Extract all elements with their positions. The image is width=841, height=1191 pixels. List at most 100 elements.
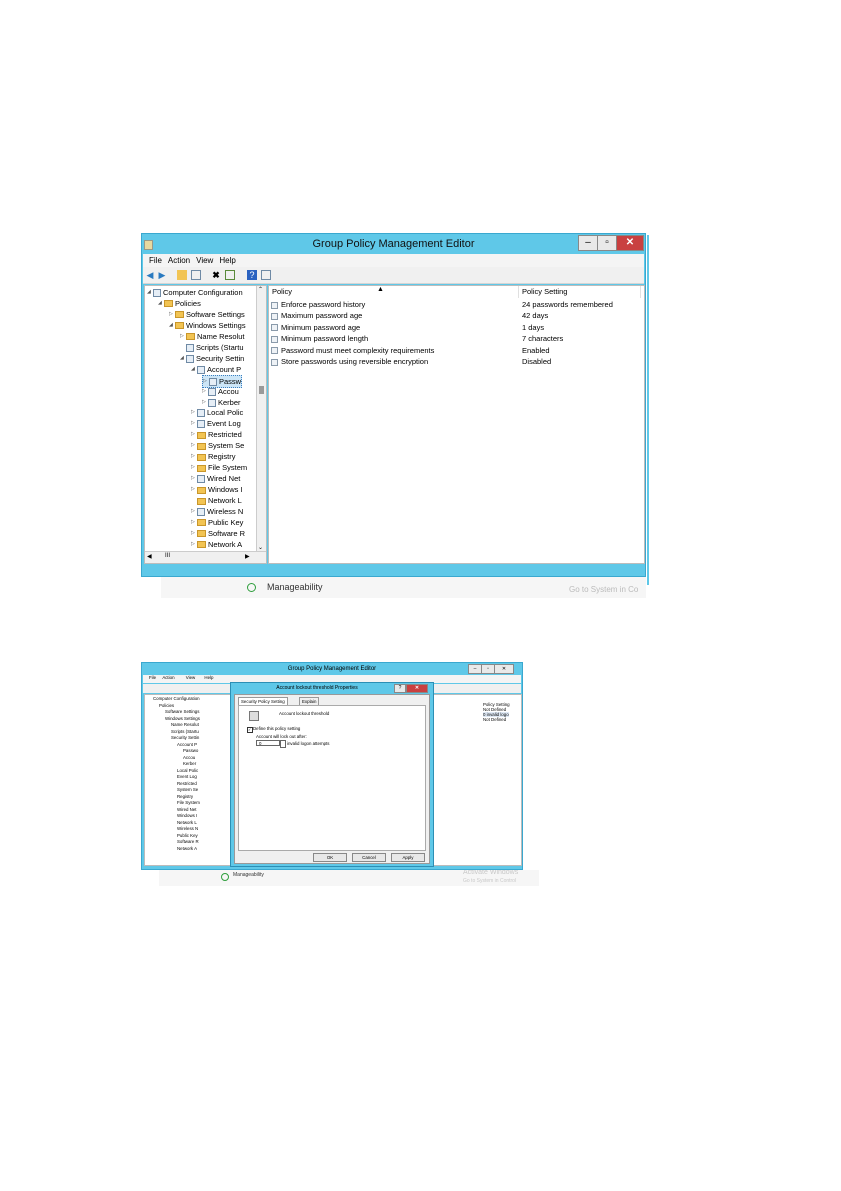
tree-item[interactable]: Wired Net [177,807,197,812]
tree-item[interactable]: File System [177,800,200,805]
minimize-button[interactable]: – [578,235,598,251]
tree-item[interactable]: ▷ Registry [191,451,236,462]
tree-item[interactable]: ▷ Wireless N [191,506,243,517]
delete-icon[interactable]: ✖ [211,270,221,280]
tree-item[interactable]: ▷ Network A [191,539,242,550]
tree-item[interactable]: Registry [177,794,193,799]
dialog-close-button[interactable]: ✕ [406,684,428,693]
hscroll-thumb[interactable]: III [165,553,170,559]
help-icon[interactable]: ? [247,270,257,280]
tree-item[interactable]: ▷ Software Settings [169,309,245,320]
forward-icon[interactable]: ▶ [157,270,167,280]
tree-item[interactable]: Account P [177,742,197,747]
attempts-input[interactable]: 0 [256,740,280,746]
tree-item[interactable]: ▷ File System [191,462,247,473]
tree-item[interactable]: ▷ System Se [191,440,244,451]
tree-item[interactable]: Local Polic [177,768,198,773]
console-tree[interactable]: Computer Configuration Policies Software S… [144,694,232,866]
gpme-window: Group Policy Management Editor – ▫ ✕ Fil… [141,233,646,577]
tree-item[interactable]: Network A [177,846,197,851]
tree-item[interactable]: ▷ Wired Net [191,473,240,484]
policy-row[interactable]: Store passwords using reversible encrypt… [271,356,641,367]
policy-row[interactable]: Password must meet complexity requiremen… [271,345,641,356]
close-button[interactable]: ✕ [494,664,514,674]
menu-view[interactable]: View [186,675,195,680]
tree-item[interactable]: ▷ Name Resolut [180,331,245,342]
tree-item[interactable]: Network L [177,820,197,825]
tree-item[interactable]: Scripts (Startu [180,342,244,353]
close-button[interactable]: ✕ [616,235,644,251]
minimize-button[interactable]: – [468,664,482,674]
menu-action[interactable]: Action [162,675,174,680]
tree-item[interactable]: Event Log [177,774,197,779]
folder-icon [197,497,206,505]
scroll-right-icon[interactable]: ▶ [245,553,250,560]
tree-item[interactable]: Scripts (Startu [171,729,199,734]
tree-item[interactable]: Network L [191,495,242,506]
tree-item[interactable]: ▷ Accou [202,386,239,397]
tree-item[interactable]: Security Settin [171,735,199,740]
tree-item[interactable]: Name Resolut [171,722,199,727]
menu-help[interactable]: Help [204,675,213,680]
restore-button[interactable]: ▫ [481,664,495,674]
tree-item[interactable]: System Se [177,787,198,792]
policy-row[interactable]: Enforce password history 24 passwords rem… [271,299,641,310]
tree-item[interactable]: Windows I [177,813,197,818]
menu-file[interactable]: File [149,675,156,680]
tree-item[interactable]: Computer Configuration [153,696,200,701]
column-header-policy[interactable]: Policy ▲ [269,286,519,298]
properties-icon[interactable] [261,270,271,280]
show-hide-tree-icon[interactable] [191,270,201,280]
tree-item[interactable]: ◢ Policies [158,298,201,309]
scroll-down-icon[interactable]: ⌄ [258,544,263,551]
tree-item[interactable]: ▷ Public Key [191,517,243,528]
policy-row[interactable]: Minimum password length 7 characters [271,333,641,344]
menu-help[interactable]: Help [219,254,235,267]
tree-item[interactable]: Policies [159,703,174,708]
tree-item[interactable]: ◢ Account P [191,364,241,375]
console-tree[interactable]: ◢ Computer Configuration ◢ Policies ▷ Softwar… [144,285,267,564]
back-icon[interactable]: ◀ [145,270,155,280]
tree-item[interactable]: Passwo [183,748,198,753]
restore-button[interactable]: ▫ [597,235,617,251]
menu-view[interactable]: View [196,254,213,267]
policy-name: Enforce password history [281,300,366,309]
ok-button[interactable]: OK [313,853,347,862]
tree-item[interactable]: Public Key [177,833,198,838]
policy-row[interactable]: Minimum password age 1 days [271,322,641,333]
tree-item[interactable]: Windows Settings [165,716,200,721]
cancel-button[interactable]: Cancel [352,853,386,862]
scroll-thumb[interactable] [259,386,264,394]
spinner-icon[interactable] [280,740,286,748]
tree-item[interactable]: ▷ Event Log [191,418,241,429]
dialog-help-button[interactable]: ? [394,684,406,693]
menu-file[interactable]: File [149,254,162,267]
tree-item[interactable]: ▷ Restricted [191,429,242,440]
apply-button[interactable]: Apply [391,853,425,862]
tree-item[interactable]: Restricted [177,781,197,786]
tree-item[interactable]: ▷ Kerber [202,397,241,408]
export-list-icon[interactable] [225,270,235,280]
column-header-policy-setting[interactable]: Policy Setting [519,286,641,298]
tree-item[interactable]: ◢ Security Settin [180,353,244,364]
tree-item[interactable]: ▷ Software R [191,528,245,539]
scroll-up-icon[interactable]: ⌃ [258,286,263,293]
tree-item[interactable]: ▷ Windows I [191,484,243,495]
tree-item[interactable]: ▷ Local Polic [191,407,243,418]
tree-vertical-scrollbar[interactable]: ⌃ ⌄ [256,286,266,551]
up-folder-icon[interactable] [177,270,187,280]
tree-item-label: Computer Configuration [163,288,243,297]
tree-item[interactable]: Kerber [183,761,196,766]
tree-item[interactable]: Software R [177,839,199,844]
tree-horizontal-scrollbar[interactable]: ◀ III ▶ [145,551,266,563]
folder-icon [197,464,206,472]
tree-item[interactable]: ◢ Windows Settings [169,320,246,331]
tree-item[interactable]: Software Settings [165,709,199,714]
scroll-left-icon[interactable]: ◀ [147,553,152,560]
policy-row[interactable]: Maximum password age 42 days [271,310,641,321]
doc-icon [197,409,205,418]
tree-item[interactable]: ◢ Computer Configuration [147,287,243,298]
tree-item[interactable]: Accou [183,755,195,760]
menu-action[interactable]: Action [168,254,190,267]
tree-item[interactable]: Wireless N [177,826,198,831]
